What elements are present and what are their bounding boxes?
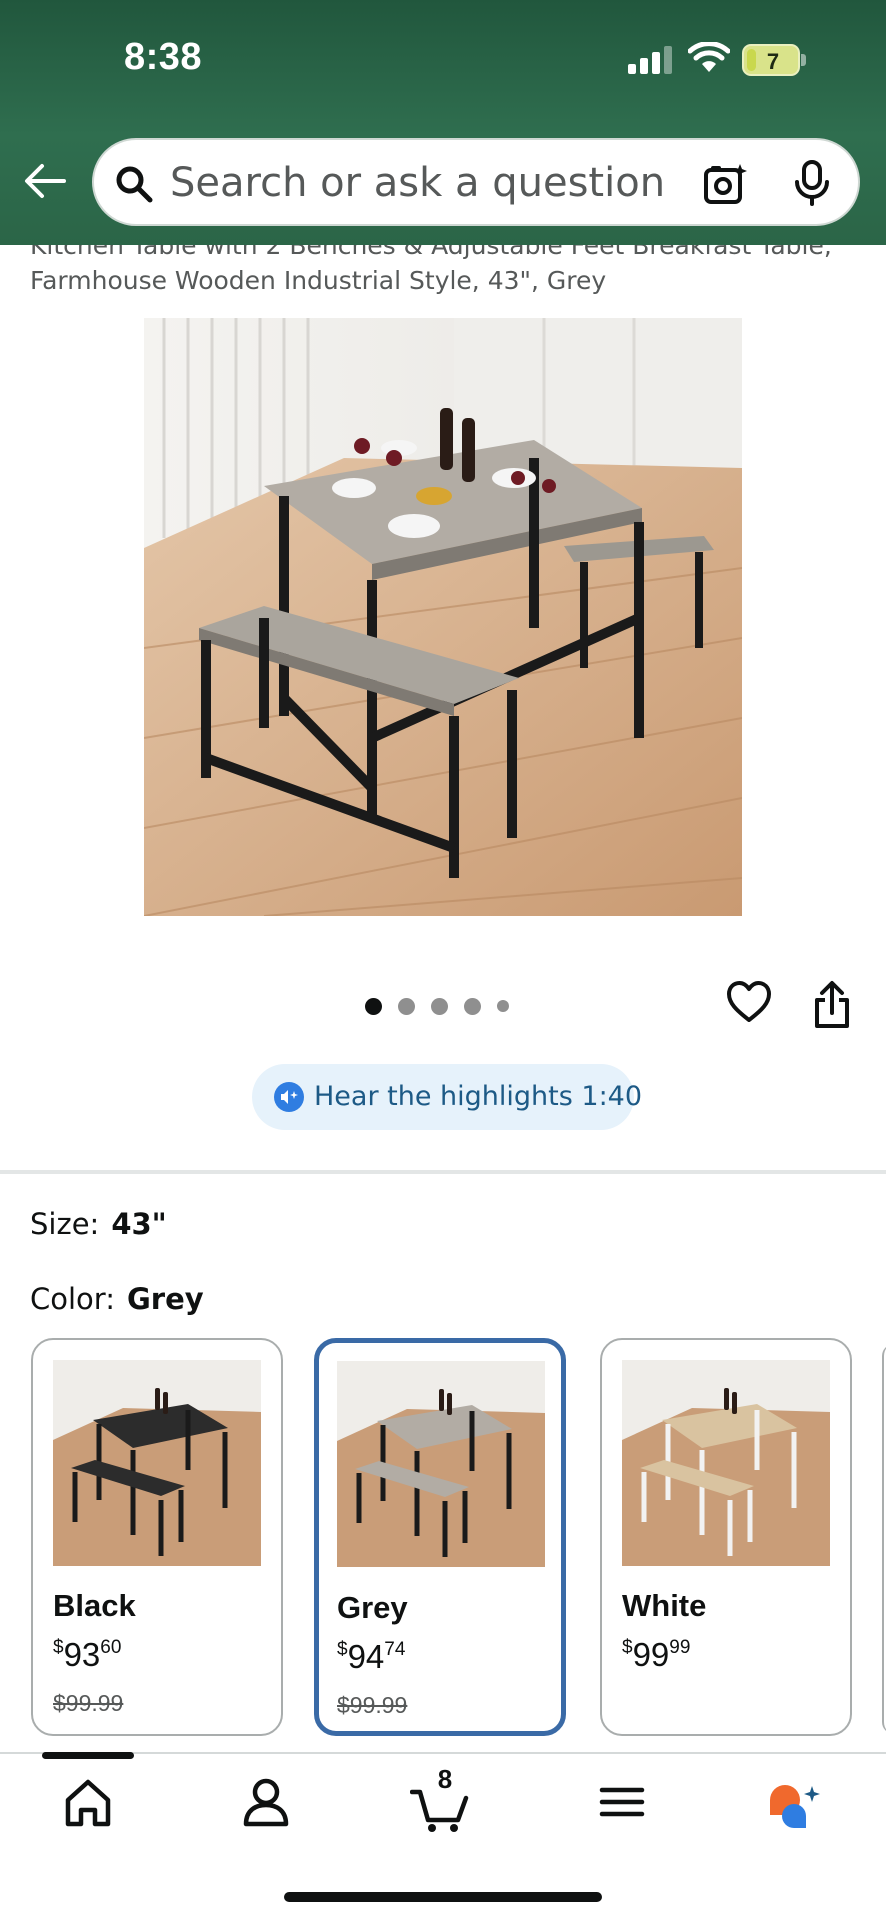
- wifi-icon: [688, 42, 730, 72]
- share-icon[interactable]: [812, 980, 852, 1030]
- swatch-price: $9474: [337, 1638, 405, 1676]
- price-whole: 94: [347, 1638, 385, 1675]
- section-divider: [0, 1170, 886, 1174]
- battery-icon: 7: [742, 44, 806, 76]
- product-title-container: Kitchen Table with 2 Benches & Adjustabl…: [0, 245, 886, 295]
- price-fraction: 74: [384, 1639, 406, 1660]
- search-input[interactable]: [170, 154, 690, 212]
- swatch-price: $9999: [622, 1636, 690, 1674]
- price-fraction: 99: [669, 1637, 691, 1658]
- color-value: Grey: [126, 1282, 204, 1316]
- cart-button[interactable]: 8: [409, 1764, 470, 1834]
- battery-level: 7: [766, 49, 780, 74]
- product-title[interactable]: Kitchen Table with 2 Benches & Adjustabl…: [30, 245, 850, 295]
- back-arrow-icon[interactable]: [24, 163, 66, 199]
- swatch-image: [622, 1360, 830, 1566]
- home-indicator: [284, 1892, 602, 1902]
- audio-sparkle-icon: [274, 1082, 304, 1112]
- swatch-price: $9360: [53, 1636, 121, 1674]
- price-symbol: $: [337, 1639, 348, 1660]
- price-symbol: $: [622, 1637, 633, 1658]
- color-selector: Color: Grey: [30, 1282, 204, 1316]
- price-symbol: $: [53, 1637, 64, 1658]
- swatch-list-price: $99.99: [337, 1692, 408, 1718]
- swatch-name: White: [622, 1588, 707, 1623]
- carousel-dot[interactable]: [398, 997, 415, 1015]
- next-swatch-edge[interactable]: [882, 1344, 886, 1734]
- microphone-icon[interactable]: [794, 160, 830, 206]
- carousel-dot[interactable]: [431, 997, 448, 1015]
- search-bar[interactable]: [92, 138, 860, 226]
- home-icon[interactable]: [58, 1770, 118, 1834]
- rufus-icon[interactable]: [764, 1770, 824, 1834]
- carousel-dot[interactable]: [497, 1000, 509, 1012]
- size-selector: Size: 43": [30, 1207, 167, 1241]
- product-image[interactable]: [144, 318, 742, 916]
- color-swatch-2[interactable]: White $9999: [600, 1338, 852, 1736]
- carousel-dot[interactable]: [365, 997, 382, 1015]
- app-header: 8:38 7: [0, 0, 886, 245]
- color-label: Color:: [30, 1282, 115, 1316]
- heart-icon[interactable]: [726, 980, 772, 1024]
- size-label: Size:: [30, 1207, 100, 1241]
- swatch-name: Grey: [337, 1590, 408, 1625]
- color-swatch-0[interactable]: Black $9360 $99.99: [31, 1338, 283, 1736]
- hear-highlights-label: Hear the highlights 1:40: [314, 1081, 643, 1112]
- swatch-image: [53, 1360, 261, 1566]
- cellular-signal-icon: [628, 46, 672, 74]
- price-fraction: 60: [100, 1637, 122, 1658]
- swatch-name: Black: [53, 1588, 136, 1623]
- account-icon[interactable]: [236, 1770, 296, 1834]
- menu-icon[interactable]: [592, 1770, 652, 1834]
- active-tab-indicator: [42, 1752, 134, 1759]
- color-swatch-1[interactable]: Grey $9474 $99.99: [314, 1338, 566, 1736]
- swatch-list-price: $99.99: [53, 1690, 124, 1716]
- cart-count: 8: [437, 1764, 453, 1794]
- status-time: 8:38: [124, 36, 203, 78]
- swatch-image: [337, 1361, 545, 1567]
- search-icon: [116, 166, 153, 203]
- price-whole: 99: [632, 1636, 670, 1673]
- price-whole: 93: [63, 1636, 101, 1673]
- image-carousel-dots[interactable]: [365, 996, 509, 1016]
- camera-search-icon[interactable]: [704, 162, 748, 204]
- hear-highlights-button[interactable]: Hear the highlights 1:40: [252, 1064, 642, 1130]
- size-value: 43": [111, 1207, 167, 1241]
- carousel-dot[interactable]: [464, 997, 481, 1015]
